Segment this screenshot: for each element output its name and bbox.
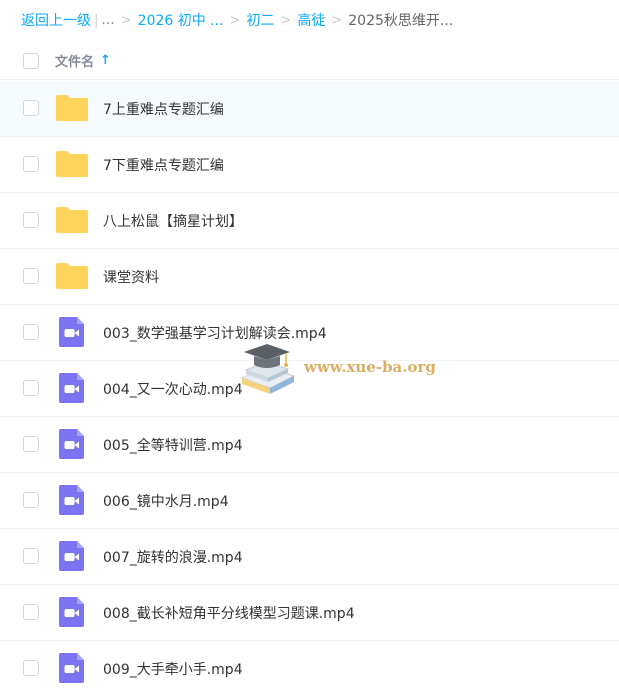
file-name[interactable]: 005_全等特训营.mp4: [103, 435, 243, 455]
back-link[interactable]: 返回上一级: [21, 10, 91, 30]
row-checkbox[interactable]: [23, 156, 39, 172]
file-list: 7上重难点专题汇编 7下重难点专题汇编 八上松鼠【摘星计划】 课堂资料 003_…: [0, 81, 619, 693]
file-name[interactable]: 7上重难点专题汇编: [103, 99, 224, 119]
breadcrumb-pipe: |: [94, 12, 99, 28]
file-name[interactable]: 八上松鼠【摘星计划】: [103, 211, 243, 231]
breadcrumb-current: 2025秋思维开...: [348, 13, 454, 29]
breadcrumb-separator: >: [331, 12, 343, 28]
row-checkbox[interactable]: [23, 660, 39, 676]
file-row[interactable]: 003_数学强基学习计划解读会.mp4: [0, 305, 619, 361]
file-name[interactable]: 004_又一次心动.mp4: [103, 379, 243, 399]
row-checkbox[interactable]: [23, 548, 39, 564]
video-file-icon: [55, 317, 89, 347]
breadcrumb-separator: >: [120, 12, 132, 28]
folder-icon: [55, 205, 89, 235]
breadcrumb-item-gaotu[interactable]: 高徒: [297, 10, 325, 30]
folder-icon: [55, 261, 89, 291]
video-file-icon: [55, 653, 89, 683]
file-row[interactable]: 007_旋转的浪漫.mp4: [0, 529, 619, 585]
filename-column-label: 文件名: [55, 55, 95, 70]
row-checkbox[interactable]: [23, 604, 39, 620]
file-row[interactable]: 009_大手牵小手.mp4: [0, 641, 619, 693]
breadcrumb-separator: >: [280, 12, 292, 28]
file-row[interactable]: 004_又一次心动.mp4: [0, 361, 619, 417]
folder-row[interactable]: 课堂资料: [0, 249, 619, 305]
file-list-header: 文件名 ↑: [0, 42, 619, 80]
file-name[interactable]: 007_旋转的浪漫.mp4: [103, 547, 243, 567]
row-checkbox[interactable]: [23, 100, 39, 116]
file-name[interactable]: 008_截长补短角平分线模型习题课.mp4: [103, 603, 355, 623]
row-checkbox[interactable]: [23, 380, 39, 396]
file-row[interactable]: 005_全等特训营.mp4: [0, 417, 619, 473]
file-row[interactable]: 008_截长补短角平分线模型习题课.mp4: [0, 585, 619, 641]
folder-row[interactable]: 八上松鼠【摘星计划】: [0, 193, 619, 249]
video-file-icon: [55, 429, 89, 459]
video-file-icon: [55, 373, 89, 403]
file-name[interactable]: 006_镜中水月.mp4: [103, 491, 229, 511]
row-checkbox[interactable]: [23, 324, 39, 340]
row-checkbox[interactable]: [23, 212, 39, 228]
file-name[interactable]: 7下重难点专题汇编: [103, 155, 224, 175]
file-name[interactable]: 009_大手牵小手.mp4: [103, 659, 243, 679]
breadcrumb: 返回上一级 | ... > 2026 初中 ... > 初二 > 高徒 > 20…: [21, 8, 453, 32]
video-file-icon: [55, 597, 89, 627]
row-checkbox[interactable]: [23, 492, 39, 508]
video-file-icon: [55, 485, 89, 515]
file-row[interactable]: 006_镜中水月.mp4: [0, 473, 619, 529]
filename-column-header[interactable]: 文件名 ↑: [55, 51, 111, 70]
breadcrumb-item-grade-8[interactable]: 初二: [246, 10, 274, 30]
breadcrumb-item-2026[interactable]: 2026 初中 ...: [138, 10, 224, 30]
breadcrumb-ellipsis[interactable]: ...: [101, 12, 114, 28]
file-name[interactable]: 003_数学强基学习计划解读会.mp4: [103, 323, 327, 343]
row-checkbox[interactable]: [23, 436, 39, 452]
video-file-icon: [55, 541, 89, 571]
sort-ascending-arrow-icon[interactable]: ↑: [100, 53, 111, 68]
folder-row[interactable]: 7上重难点专题汇编: [0, 81, 619, 137]
breadcrumb-separator: >: [229, 12, 241, 28]
file-name[interactable]: 课堂资料: [103, 267, 159, 287]
folder-icon: [55, 93, 89, 123]
folder-icon: [55, 149, 89, 179]
select-all-checkbox[interactable]: [23, 52, 39, 69]
row-checkbox[interactable]: [23, 268, 39, 284]
folder-row[interactable]: 7下重难点专题汇编: [0, 137, 619, 193]
